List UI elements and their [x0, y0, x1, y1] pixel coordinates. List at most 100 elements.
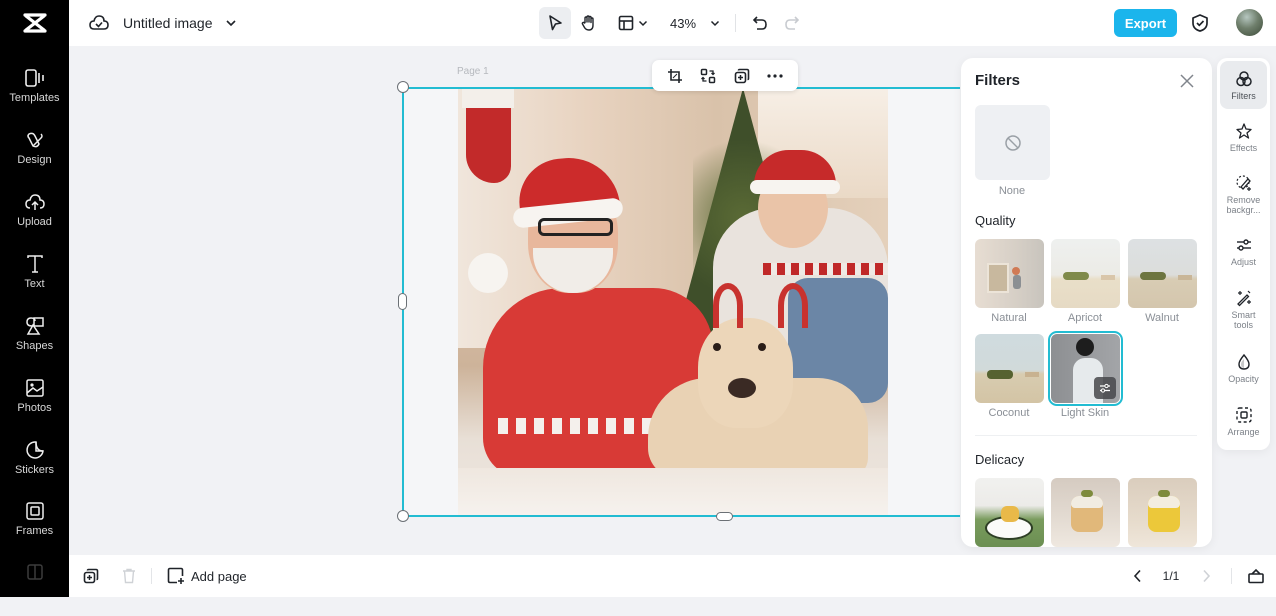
section-title: Quality — [975, 213, 1016, 228]
duplicate-page-button[interactable] — [81, 566, 101, 586]
capcut-logo-icon[interactable] — [0, 0, 69, 46]
select-tool-button[interactable] — [539, 7, 571, 39]
cursor-arrow-icon — [546, 14, 564, 32]
bottom-divider — [151, 568, 152, 584]
bottom-bar: Add page 1/1 — [69, 555, 1276, 597]
undo-icon — [752, 15, 768, 31]
panel-title: Filters — [975, 72, 1021, 89]
opacity-drop-icon — [1235, 351, 1253, 373]
rail-item-label: Effects — [1229, 143, 1258, 153]
sidebar-item-more[interactable] — [0, 560, 69, 616]
document-title[interactable]: Untitled image — [123, 15, 213, 31]
rail-item-label: Arrange — [1227, 427, 1260, 437]
sidebar-item-label: Text — [24, 278, 45, 290]
crop-button[interactable] — [662, 63, 688, 89]
adjust-filter-button[interactable] — [1094, 377, 1116, 399]
right-tool-rail: Filters Effects Remove backgr... Adjust … — [1217, 58, 1270, 450]
next-page-button[interactable] — [1196, 566, 1216, 586]
page-counter: 1/1 — [1162, 569, 1180, 583]
close-button[interactable] — [1177, 71, 1197, 91]
photos-icon — [25, 376, 45, 400]
sidebar-item-upload[interactable]: Upload — [0, 190, 69, 246]
rail-item-arrange[interactable]: Arrange — [1220, 404, 1267, 437]
security-button[interactable] — [1188, 9, 1212, 37]
export-button[interactable]: Export — [1114, 9, 1177, 37]
chevron-down-icon — [638, 20, 648, 27]
rail-item-label: Remove backgr... — [1226, 195, 1261, 215]
resize-handle-bottom-left[interactable] — [397, 510, 409, 522]
filter-coconut[interactable] — [975, 334, 1044, 403]
chevron-left-icon — [1133, 569, 1142, 583]
filter-label: Walnut — [1145, 312, 1179, 324]
chevron-down-icon[interactable] — [225, 19, 237, 27]
sidebar-item-shapes[interactable]: Shapes — [0, 314, 69, 370]
delete-page-button[interactable] — [119, 566, 139, 586]
sidebar-item-design[interactable]: Design — [0, 128, 69, 184]
zoom-level[interactable]: 43% — [665, 7, 701, 39]
filter-light-skin[interactable] — [1048, 331, 1123, 406]
sidebar-item-templates[interactable]: Templates — [0, 66, 69, 122]
sidebar-item-label: Templates — [9, 92, 60, 104]
selected-photo[interactable] — [458, 88, 888, 516]
arrange-icon — [1235, 404, 1253, 426]
shield-check-icon — [1191, 13, 1209, 33]
filter-delicacy-2[interactable] — [1051, 478, 1120, 547]
layout-icon — [618, 15, 634, 31]
sidebar-item-photos[interactable]: Photos — [0, 376, 69, 432]
crop-icon — [667, 68, 683, 84]
filters-icon — [1235, 68, 1253, 90]
templates-icon — [24, 66, 46, 90]
rail-item-label: Opacity — [1228, 374, 1259, 384]
no-filter-icon — [1004, 134, 1022, 152]
bottom-divider — [1231, 568, 1232, 584]
previous-page-button[interactable] — [1127, 566, 1147, 586]
filter-label: Coconut — [988, 407, 1030, 419]
section-title: Delicacy — [975, 452, 1025, 467]
rail-item-remove-background[interactable]: Remove backgr... — [1220, 172, 1267, 215]
rail-item-label: Adjust — [1230, 257, 1256, 267]
layout-tool-button[interactable] — [613, 7, 653, 39]
replace-button[interactable] — [695, 63, 721, 89]
add-page-button[interactable]: Add page — [167, 564, 247, 588]
duplicate-page-icon — [83, 568, 99, 584]
document-title-area[interactable]: Untitled image — [89, 0, 237, 46]
filter-label: Light Skin — [1060, 407, 1110, 419]
user-avatar[interactable] — [1236, 9, 1263, 36]
rail-item-effects[interactable]: Effects — [1220, 120, 1267, 153]
rail-item-opacity[interactable]: Opacity — [1220, 351, 1267, 384]
selection-toolbar — [652, 60, 798, 91]
redo-button[interactable] — [779, 7, 805, 39]
zoom-dropdown[interactable] — [705, 7, 725, 39]
filter-none[interactable] — [975, 105, 1050, 180]
filter-delicacy-3[interactable] — [1128, 478, 1197, 547]
cloud-check-icon — [89, 14, 109, 32]
hand-icon — [580, 14, 598, 32]
filter-walnut[interactable] — [1128, 239, 1197, 308]
rail-item-adjust[interactable]: Adjust — [1220, 234, 1267, 267]
filter-apricot[interactable] — [1051, 239, 1120, 308]
rail-item-smart-tools[interactable]: Smart tools — [1220, 287, 1267, 330]
undo-button[interactable] — [747, 7, 773, 39]
sidebar-item-stickers[interactable]: Stickers — [0, 438, 69, 494]
sidebar-item-text[interactable]: Text — [0, 252, 69, 308]
stickers-icon — [25, 438, 45, 462]
effects-star-icon — [1235, 120, 1253, 142]
top-bar: Untitled image 43% Export — [69, 0, 1276, 46]
resize-handle-left[interactable] — [398, 293, 407, 310]
replace-icon — [700, 68, 716, 84]
hand-tool-button[interactable] — [575, 7, 603, 39]
duplicate-button[interactable] — [729, 63, 755, 89]
sidebar-item-frames[interactable]: Frames — [0, 499, 69, 555]
filter-label: Natural — [991, 312, 1027, 324]
filter-natural[interactable] — [975, 239, 1044, 308]
more-button[interactable] — [762, 63, 788, 89]
rail-item-label: Filters — [1231, 91, 1256, 101]
page-panel-toggle[interactable] — [1245, 566, 1267, 586]
filter-delicacy-1[interactable] — [975, 478, 1044, 547]
resize-handle-top-left[interactable] — [397, 81, 409, 93]
frames-icon — [25, 499, 45, 523]
resize-handle-bottom[interactable] — [716, 512, 733, 521]
adjust-sliders-icon — [1235, 234, 1253, 256]
rail-item-filters[interactable]: Filters — [1220, 61, 1267, 109]
magic-eraser-icon — [1235, 172, 1253, 194]
